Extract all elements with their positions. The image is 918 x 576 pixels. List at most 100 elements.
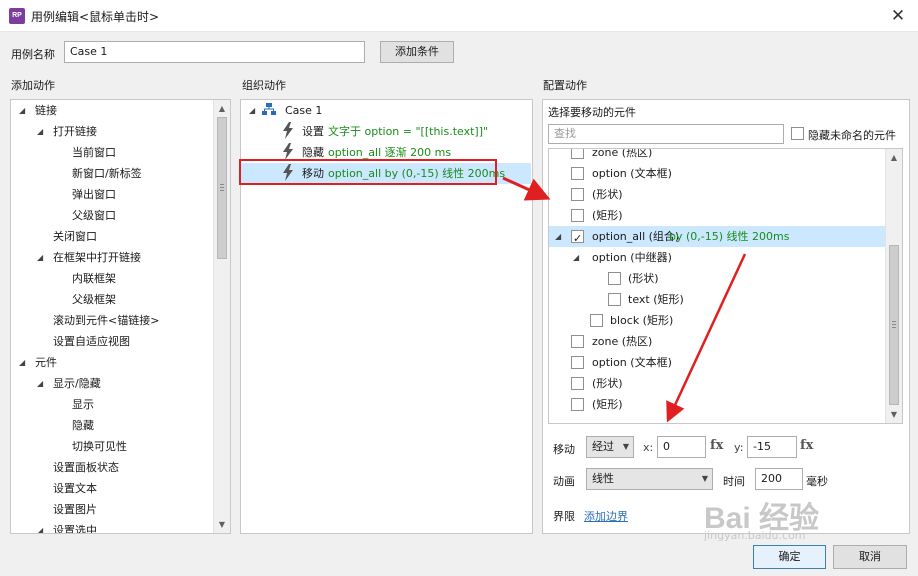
widget-row[interactable]: (矩形) [549,205,889,226]
y-offset-input[interactable]: -15 [747,436,797,458]
chevron-down-icon: ▼ [701,474,708,483]
widget-action-detail: by (0,-15) 线性 200ms [669,230,790,243]
add-actions-tree[interactable]: ◢ 链接 ◢ 打开链接 当前窗口 新窗口/新标签 弹出窗口 父级窗口 关闭窗口 ◢ 在框架中打开链接… [10,99,231,534]
widget-label: zone (热区) [592,335,653,348]
widget-search-input[interactable]: 查找 [548,124,784,144]
add-action-label: 父级框架 [72,293,116,306]
widget-label: (矩形) [592,209,623,222]
widget-label: option_all (组合) [592,230,680,243]
easing-dropdown[interactable]: 线性 ▼ [586,468,713,490]
time-label: 时间 [723,475,745,488]
configure-actions-header: 配置动作 [543,79,587,92]
y-fx-button[interactable]: fx [800,438,813,453]
add-action-label: 显示 [72,398,94,411]
add-action-label: 在框架中打开链接 [53,251,141,264]
scroll-down-icon[interactable]: ▼ [214,516,230,533]
add-actions-header: 添加动作 [11,79,55,92]
case-tree-icon [262,103,276,115]
widget-label: zone (热区) [592,148,653,159]
action-verb: 设置 [302,125,324,138]
scroll-up-icon[interactable]: ▲ [214,100,230,117]
scroll-thumb[interactable] [217,117,227,259]
widget-row[interactable]: zone (热区) [549,331,889,352]
widget-row[interactable]: option (文本框) [549,352,889,373]
close-icon[interactable]: ✕ [886,5,910,27]
case-name-input[interactable]: Case 1 [64,41,365,63]
widget-row[interactable]: (形状) [549,373,889,394]
time-input[interactable]: 200 [755,468,803,490]
expand-triangle-icon[interactable]: ◢ [37,373,43,394]
widget-row[interactable]: text (矩形) [549,289,889,310]
widget-label: (形状) [592,377,623,390]
widget-row[interactable]: ◢ option (中继器) [549,247,889,268]
expand-triangle-icon[interactable]: ◢ [37,520,43,533]
time-unit-label: 毫秒 [806,475,828,488]
expand-triangle-icon[interactable]: ◢ [19,352,25,373]
widget-checkbox[interactable] [571,356,584,369]
add-condition-button[interactable]: 添加条件 [380,41,454,63]
widget-checkbox[interactable] [571,398,584,411]
x-fx-button[interactable]: fx [710,438,723,453]
widget-row[interactable]: option (文本框) [549,163,889,184]
add-action-label: 内联框架 [72,272,116,285]
hide-unnamed-checkbox[interactable] [791,127,804,140]
ok-button[interactable]: 确定 [753,545,826,569]
add-action-label: 链接 [35,104,57,117]
expand-triangle-icon[interactable]: ◢ [555,226,561,247]
widget-row[interactable]: block (矩形) [549,310,889,331]
widget-checkbox[interactable] [608,272,621,285]
widget-checkbox[interactable] [571,228,584,249]
add-action-label: 父级窗口 [72,209,116,222]
add-action-label: 设置自适应视图 [53,335,130,348]
widget-row[interactable]: (矩形) [549,394,889,415]
widget-label: (形状) [592,188,623,201]
expand-triangle-icon[interactable]: ◢ [37,247,43,268]
add-bounds-link[interactable]: 添加边界 [584,508,628,524]
expand-triangle-icon[interactable]: ◢ [19,100,25,121]
x-label: x: [643,441,654,454]
widget-row[interactable]: (形状) [549,268,889,289]
select-widget-label: 选择要移动的元件 [548,106,636,119]
scroll-down-icon[interactable]: ▼ [886,406,902,423]
add-action-label: 打开链接 [53,125,97,138]
add-action-label: 设置面板状态 [53,461,119,474]
hide-unnamed-label: 隐藏未命名的元件 [808,129,896,142]
move-mode-value: 经过 [592,440,614,453]
cancel-button[interactable]: 取消 [833,545,907,569]
animate-label: 动画 [553,475,575,488]
widget-checkbox[interactable] [571,335,584,348]
add-action-label: 当前窗口 [72,146,116,159]
scroll-thumb[interactable] [889,245,899,405]
expand-triangle-icon[interactable]: ◢ [573,247,579,268]
lightning-icon [283,122,293,139]
case-node[interactable]: ◢ Case 1 [241,100,531,121]
move-mode-dropdown[interactable]: 经过 ▼ [586,436,634,458]
widget-label: (矩形) [592,398,623,411]
axure-app-icon: RP [9,8,25,24]
baidu-watermark-url: jingyan.baidu.com [704,529,806,542]
action-item[interactable]: 设置 文字于 option = "[[this.text]]" [241,121,531,142]
widget-row[interactable]: ◢ option_all (组合) by (0,-15) 线性 200ms [549,226,889,249]
widget-checkbox[interactable] [590,314,603,327]
widget-checkbox[interactable] [571,209,584,222]
widget-checkbox[interactable] [571,188,584,201]
add-actions-scrollbar[interactable]: ▲ ▼ [213,100,230,533]
widget-row[interactable]: (形状) [549,184,889,205]
add-action-label: 显示/隐藏 [53,377,101,390]
scroll-up-icon[interactable]: ▲ [886,149,902,166]
expand-triangle-icon[interactable]: ◢ [37,121,43,142]
widget-checkbox[interactable] [608,293,621,306]
x-offset-input[interactable]: 0 [657,436,706,458]
move-label: 移动 [553,443,575,456]
window-title: 用例编辑<鼠标单击时> [31,10,160,24]
expand-triangle-icon: ◢ [249,106,256,115]
widget-checkbox[interactable] [571,149,584,159]
bounds-label: 界限 [553,510,575,523]
widget-row[interactable]: zone (热区) [549,148,889,163]
add-action-label: 元件 [35,356,57,369]
widget-label: option (中继器) [592,251,672,264]
widget-list[interactable]: zone (热区) option (文本框) (形状) (矩形) ◢ option_all… [548,148,903,424]
widget-checkbox[interactable] [571,377,584,390]
widget-list-scrollbar[interactable]: ▲ ▼ [885,149,902,423]
widget-checkbox[interactable] [571,167,584,180]
